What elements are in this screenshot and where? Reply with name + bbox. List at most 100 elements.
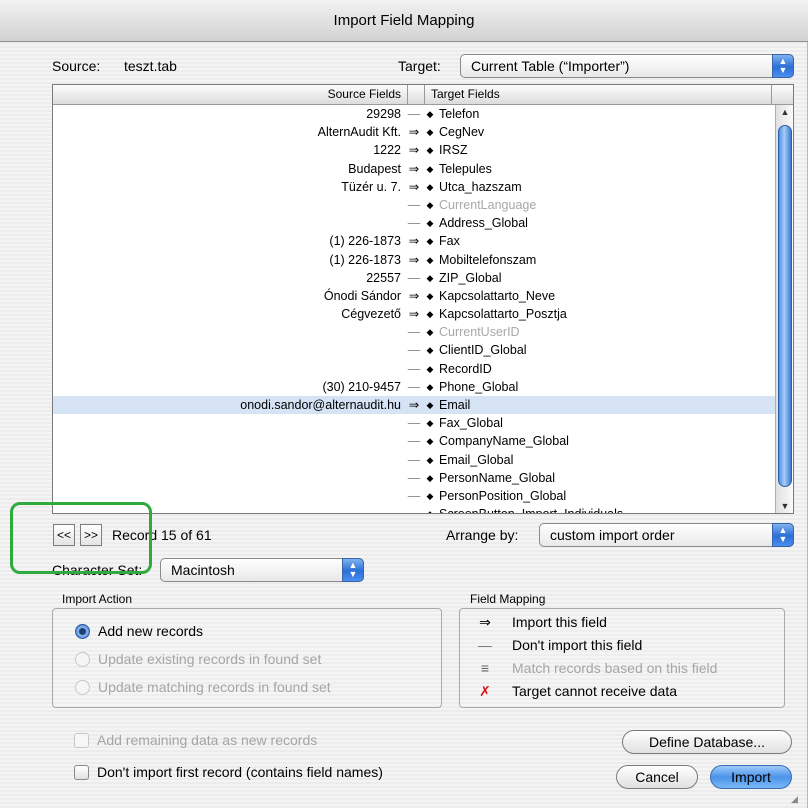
reorder-handle-icon[interactable]: ◆ — [425, 269, 435, 287]
add-remaining-checkbox[interactable] — [74, 733, 89, 748]
import-arrow-icon[interactable]: ⇒ — [403, 123, 425, 141]
reorder-handle-icon[interactable]: ◆ — [425, 432, 435, 450]
add-remaining-label[interactable]: Add remaining data as new records — [97, 732, 317, 748]
mapping-row[interactable]: onodi.sandor@alternaudit.hu ⇒ ◆ Email — [53, 396, 775, 415]
target-field-name: PersonName_Global — [439, 470, 556, 485]
reorder-handle-icon[interactable]: ◆ — [425, 178, 435, 196]
mapping-row[interactable]: — ◆ Address_Global — [53, 214, 775, 232]
reorder-handle-icon[interactable]: ◆ — [425, 251, 435, 269]
target-popup[interactable]: Current Table (“Importer”) ▲ ▼ — [460, 54, 794, 78]
add-new-records-label[interactable]: Add new records — [98, 623, 203, 639]
import-arrow-icon[interactable]: ⇒ — [403, 251, 425, 269]
target-field-name: Kapcsolattarto_Neve — [439, 288, 556, 303]
mapping-row[interactable]: — ◆ PersonPosition_Global — [53, 487, 775, 505]
dont-import-dash-icon[interactable]: — — [403, 378, 425, 396]
mapping-row[interactable]: (1) 226-1873 ⇒ ◆ Fax — [53, 232, 775, 250]
reorder-handle-icon[interactable]: ◆ — [425, 414, 435, 432]
mapping-row[interactable]: —◆ ScreenButton_Import_Individuals — [53, 505, 775, 513]
radio-update-existing[interactable] — [75, 652, 90, 667]
dont-import-dash-icon[interactable]: — — [403, 451, 425, 469]
dont-import-dash-icon[interactable]: — — [403, 414, 425, 432]
mapping-row[interactable]: — ◆ CurrentUserID — [53, 323, 775, 341]
scroll-thumb[interactable] — [778, 125, 792, 487]
list-scrollbar[interactable]: ▲ ▼ — [775, 105, 793, 513]
define-database-button[interactable]: Define Database... — [622, 730, 792, 754]
dont-import-dash-icon[interactable]: — — [403, 432, 425, 450]
reorder-handle-icon[interactable]: ◆ — [425, 341, 435, 359]
cancel-button[interactable]: Cancel — [616, 765, 698, 789]
update-matching-label[interactable]: Update matching records in found set — [98, 679, 331, 695]
radio-update-matching[interactable] — [75, 680, 90, 695]
reorder-handle-icon[interactable]: ◆ — [425, 305, 435, 323]
mapping-rows: 29298— ◆ Telefon AlternAudit Kft. ⇒ ◆ CegNev 12… — [53, 105, 775, 513]
dont-import-dash-icon[interactable]: — — [403, 341, 425, 359]
dont-import-dash-icon[interactable]: — — [403, 105, 425, 123]
dont-import-dash-icon[interactable]: — — [403, 487, 425, 505]
dont-import-dash-icon[interactable]: — — [403, 505, 425, 513]
character-set-popup[interactable]: Macintosh ▲ ▼ — [160, 558, 364, 582]
header-source-fields[interactable]: Source Fields — [53, 85, 408, 104]
mapping-row[interactable]: — ◆ Fax_Global — [53, 414, 775, 432]
dont-import-first-label[interactable]: Don't import first record (contains fiel… — [97, 764, 383, 780]
target-field-name: Phone_Global — [439, 379, 519, 394]
import-arrow-icon[interactable]: ⇒ — [403, 396, 425, 414]
mapping-row[interactable]: Cégvezető ⇒ ◆ Kapcsolattarto_Posztja — [53, 305, 775, 323]
reorder-handle-icon[interactable]: ◆ — [425, 323, 435, 341]
reorder-handle-icon[interactable]: ◆ — [425, 105, 435, 123]
legend-import-label: Import this field — [512, 614, 607, 630]
import-arrow-icon[interactable]: ⇒ — [403, 305, 425, 323]
mapping-row[interactable]: — ◆ RecordID — [53, 360, 775, 378]
arrange-by-popup[interactable]: custom import order ▲ ▼ — [539, 523, 794, 547]
import-arrow-icon[interactable]: ⇒ — [403, 141, 425, 159]
mapping-row[interactable]: AlternAudit Kft. ⇒ ◆ CegNev — [53, 123, 775, 141]
dont-import-dash-icon[interactable]: — — [403, 214, 425, 232]
reorder-handle-icon[interactable]: ◆ — [425, 232, 435, 250]
mapping-row[interactable]: — ◆ CurrentLanguage — [53, 196, 775, 214]
field-mapping-list[interactable]: Source Fields Target Fields 29298— ◆ Telef… — [52, 84, 794, 514]
import-arrow-icon[interactable]: ⇒ — [403, 232, 425, 250]
dont-import-dash-icon[interactable]: — — [403, 269, 425, 287]
import-arrow-icon[interactable]: ⇒ — [403, 287, 425, 305]
mapping-row[interactable]: 1222 ⇒ ◆ IRSZ — [53, 141, 775, 159]
dont-import-first-checkbox[interactable] — [74, 765, 89, 780]
mapping-row[interactable]: (1) 226-1873 ⇒ ◆ Mobiltelefonszam — [53, 251, 775, 269]
update-existing-label[interactable]: Update existing records in found set — [98, 651, 321, 667]
reorder-handle-icon[interactable]: ◆ — [425, 469, 435, 487]
mapping-row[interactable]: — ◆ Email_Global — [53, 451, 775, 469]
mapping-row[interactable]: Tüzér u. 7. ⇒ ◆ Utca_hazszam — [53, 178, 775, 196]
mapping-row[interactable]: — ◆ CompanyName_Global — [53, 432, 775, 450]
scroll-down-icon[interactable]: ▼ — [776, 501, 793, 511]
reorder-handle-icon[interactable]: ◆ — [425, 214, 435, 232]
scroll-up-icon[interactable]: ▲ — [776, 107, 793, 117]
reorder-handle-icon[interactable]: ◆ — [425, 287, 435, 305]
header-target-fields[interactable]: Target Fields — [426, 85, 772, 104]
dont-import-dash-icon[interactable]: — — [403, 196, 425, 214]
reorder-handle-icon[interactable]: ◆ — [425, 451, 435, 469]
mapping-row[interactable]: Budapest ⇒ ◆ Telepules — [53, 160, 775, 178]
reorder-handle-icon[interactable]: ◆ — [425, 505, 435, 513]
import-arrow-icon[interactable]: ⇒ — [403, 160, 425, 178]
reorder-handle-icon[interactable]: ◆ — [425, 378, 435, 396]
dont-import-dash-icon[interactable]: — — [403, 360, 425, 378]
field-mapping-title: Field Mapping — [470, 592, 546, 606]
mapping-row[interactable]: (30) 210-9457— ◆ Phone_Global — [53, 378, 775, 396]
reorder-handle-icon[interactable]: ◆ — [425, 141, 435, 159]
mapping-row[interactable]: 29298— ◆ Telefon — [53, 105, 775, 123]
mapping-row[interactable]: — ◆ ClientID_Global — [53, 341, 775, 359]
mapping-row[interactable]: Ónodi Sándor ⇒ ◆ Kapcsolattarto_Neve — [53, 287, 775, 305]
mapping-row[interactable]: — ◆ PersonName_Global — [53, 469, 775, 487]
mapping-row[interactable]: 22557— ◆ ZIP_Global — [53, 269, 775, 287]
dont-import-dash-icon[interactable]: — — [403, 323, 425, 341]
reorder-handle-icon[interactable]: ◆ — [425, 160, 435, 178]
resize-grip-icon[interactable]: ◢ — [791, 794, 803, 806]
reorder-handle-icon[interactable]: ◆ — [425, 196, 435, 214]
reorder-handle-icon[interactable]: ◆ — [425, 123, 435, 141]
reorder-handle-icon[interactable]: ◆ — [425, 360, 435, 378]
radio-add-new-records[interactable] — [75, 624, 90, 639]
import-arrow-icon[interactable]: ⇒ — [403, 178, 425, 196]
arrange-by-label: Arrange by: — [446, 527, 519, 543]
import-button[interactable]: Import — [710, 765, 792, 789]
dont-import-dash-icon[interactable]: — — [403, 469, 425, 487]
reorder-handle-icon[interactable]: ◆ — [425, 487, 435, 505]
reorder-handle-icon[interactable]: ◆ — [425, 396, 435, 414]
